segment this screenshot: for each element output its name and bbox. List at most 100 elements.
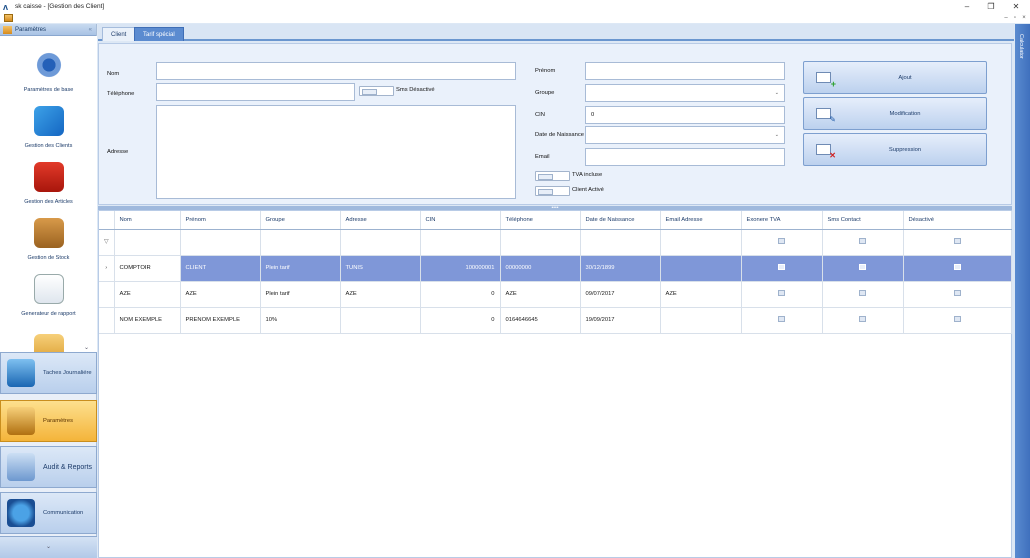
filter-cell[interactable] xyxy=(660,229,742,256)
sidebar-item-parametres-de-base[interactable]: Paramètres de base xyxy=(0,50,97,93)
tva-incluse-checkbox[interactable] xyxy=(535,171,570,181)
column-header-sms-contact[interactable]: Sms Contact xyxy=(822,211,904,230)
cell-date-naissance[interactable]: 30/12/1899 xyxy=(580,255,661,282)
table-row[interactable]: › COMPTOIR CLIENT Plein tarif TUNIS 1000… xyxy=(99,255,1012,282)
filter-cell[interactable] xyxy=(500,229,581,256)
cell-prenom[interactable]: AZE xyxy=(180,281,261,308)
mdi-window-icon[interactable] xyxy=(4,14,13,22)
sidebar-item-generateur-de-rapport[interactable]: Generateur de rapport xyxy=(0,274,97,317)
column-header-email[interactable]: Email Adresse xyxy=(660,211,742,230)
cell-date-naissance[interactable]: 09/07/2017 xyxy=(580,281,661,308)
filter-checkbox[interactable] xyxy=(859,238,866,244)
desactive-checkbox[interactable] xyxy=(953,290,961,296)
exonere-tva-checkbox[interactable] xyxy=(778,264,785,270)
cell-prenom[interactable]: CLIENT xyxy=(180,255,261,282)
column-header-adresse[interactable]: Adresse xyxy=(340,211,421,230)
filter-cell[interactable] xyxy=(114,229,181,256)
cell-desactive[interactable] xyxy=(903,281,1012,308)
sms-contact-checkbox[interactable] xyxy=(859,264,866,270)
ajout-button[interactable]: Ajout xyxy=(803,61,987,94)
filter-cell[interactable] xyxy=(822,229,904,256)
cell-telephone[interactable]: AZE xyxy=(500,281,581,308)
column-header-cin[interactable]: CIN xyxy=(420,211,501,230)
filter-cell[interactable] xyxy=(180,229,261,256)
filter-cell[interactable] xyxy=(580,229,661,256)
mdi-restore-button[interactable]: ▫ xyxy=(1011,14,1019,22)
tab-tarif-special[interactable]: Tarif spécial xyxy=(134,27,184,41)
exonere-tva-checkbox[interactable] xyxy=(778,316,785,322)
group-communication[interactable]: Communication xyxy=(0,492,97,534)
cell-nom[interactable]: NOM EXEMPLE xyxy=(114,307,181,334)
groupe-select[interactable]: ⌄ xyxy=(585,84,785,102)
cell-sms-contact[interactable] xyxy=(822,255,904,282)
filter-checkbox[interactable] xyxy=(953,238,961,244)
column-header-exonere-tva[interactable]: Exonere TVA xyxy=(741,211,823,230)
close-button[interactable]: ✕ xyxy=(1004,0,1028,13)
cell-groupe[interactable]: Plein tarif xyxy=(260,281,341,308)
table-row[interactable]: AZE AZE Plein tarif AZE 0 AZE 09/07/2017… xyxy=(99,281,1012,308)
cell-exonere-tva[interactable] xyxy=(741,281,823,308)
mdi-minimize-button[interactable]: – xyxy=(1002,14,1010,22)
sidebar-item-gestion-des-articles[interactable]: Gestion des Articles xyxy=(0,162,97,205)
cell-adresse[interactable]: AZE xyxy=(340,281,421,308)
suppression-button[interactable]: Suppression xyxy=(803,133,987,166)
sidebar-item-partial[interactable] xyxy=(0,334,97,354)
cell-prenom[interactable]: PRENOM EXEMPLE xyxy=(180,307,261,334)
cell-adresse[interactable]: TUNIS xyxy=(340,255,421,282)
cell-email[interactable] xyxy=(660,255,742,282)
email-input[interactable] xyxy=(585,148,785,166)
tab-client[interactable]: Client xyxy=(102,27,136,41)
group-audit-reports[interactable]: Audit & Reports xyxy=(0,446,97,488)
table-row[interactable]: NOM EXEMPLE PRENOM EXEMPLE 10% 0 0164646… xyxy=(99,307,1012,334)
cell-email[interactable]: AZE xyxy=(660,281,742,308)
prenom-input[interactable] xyxy=(585,62,785,80)
cell-adresse[interactable] xyxy=(340,307,421,334)
sms-desactive-checkbox[interactable] xyxy=(359,86,394,96)
collapse-sidebar-button[interactable]: « xyxy=(89,27,92,33)
scroll-down-icon[interactable]: ⌄ xyxy=(84,344,89,351)
cell-exonere-tva[interactable] xyxy=(741,255,823,282)
column-header-telephone[interactable]: Téléphone xyxy=(500,211,581,230)
cell-exonere-tva[interactable] xyxy=(741,307,823,334)
cell-cin[interactable]: 0 xyxy=(420,307,501,334)
calculator-side-panel[interactable]: Calculator xyxy=(1015,24,1030,558)
desactive-checkbox[interactable] xyxy=(953,316,961,322)
sms-contact-checkbox[interactable] xyxy=(859,290,866,296)
group-parametres[interactable]: Paramètres xyxy=(0,400,97,442)
cell-cin[interactable]: 0 xyxy=(420,281,501,308)
sidebar-overflow-button[interactable]: ⌄ xyxy=(0,536,97,558)
exonere-tva-checkbox[interactable] xyxy=(778,290,785,296)
cell-sms-contact[interactable] xyxy=(822,307,904,334)
cell-nom[interactable]: AZE xyxy=(114,281,181,308)
mdi-close-button[interactable]: × xyxy=(1020,14,1028,22)
desactive-checkbox[interactable] xyxy=(953,264,961,270)
column-header-prenom[interactable]: Prénom xyxy=(180,211,261,230)
cell-groupe[interactable]: Plein tarif xyxy=(260,255,341,282)
date-naissance-picker[interactable]: ⌄ xyxy=(585,126,785,144)
column-header-nom[interactable]: Nom xyxy=(114,211,181,230)
cell-nom[interactable]: COMPTOIR xyxy=(114,255,181,282)
cell-date-naissance[interactable]: 19/09/2017 xyxy=(580,307,661,334)
cell-telephone[interactable]: 00000000 xyxy=(500,255,581,282)
sms-contact-checkbox[interactable] xyxy=(859,316,866,322)
cell-telephone[interactable]: 0164646645 xyxy=(500,307,581,334)
cell-desactive[interactable] xyxy=(903,255,1012,282)
filter-checkbox[interactable] xyxy=(778,238,785,244)
nom-input[interactable] xyxy=(156,62,516,80)
minimize-button[interactable]: – xyxy=(955,0,979,13)
cin-input[interactable]: 0 xyxy=(585,106,785,124)
adresse-textarea[interactable] xyxy=(156,105,516,199)
restore-button[interactable]: ❐ xyxy=(979,0,1003,13)
cell-groupe[interactable]: 10% xyxy=(260,307,341,334)
modification-button[interactable]: Modification xyxy=(803,97,987,130)
filter-cell[interactable] xyxy=(340,229,421,256)
filter-cell[interactable] xyxy=(741,229,823,256)
sidebar-item-gestion-des-clients[interactable]: Gestion des Clients xyxy=(0,106,97,149)
column-header-desactive[interactable]: Désactivé xyxy=(903,211,1012,230)
cell-desactive[interactable] xyxy=(903,307,1012,334)
cell-email[interactable] xyxy=(660,307,742,334)
column-header-groupe[interactable]: Groupe xyxy=(260,211,341,230)
sidebar-item-gestion-de-stock[interactable]: Gestion de Stock xyxy=(0,218,97,261)
client-active-checkbox[interactable] xyxy=(535,186,570,196)
filter-cell[interactable] xyxy=(420,229,501,256)
